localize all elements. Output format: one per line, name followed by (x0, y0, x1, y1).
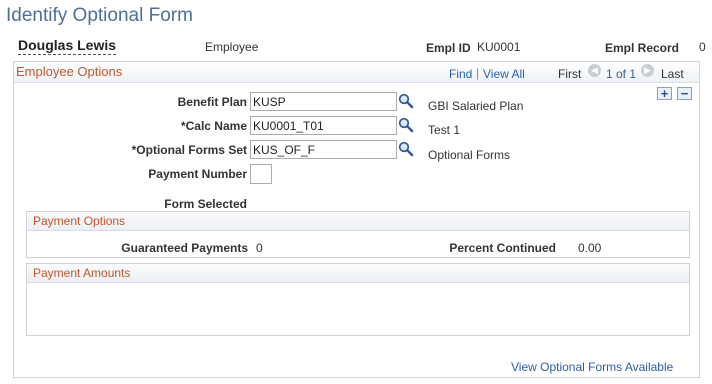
magnifier-icon[interactable] (398, 117, 414, 133)
calc-name-description: Test 1 (428, 123, 461, 137)
empl-id-value: KU0001 (477, 40, 521, 54)
guaranteed-payments-label: Guaranteed Payments (121, 241, 248, 255)
payment-amounts-header: Payment Amounts (27, 264, 689, 283)
form-selected-label: Form Selected (164, 197, 247, 211)
employee-role: Employee (205, 40, 259, 54)
employee-options-title: Employee Options (16, 64, 123, 79)
optional-forms-set-label: *Optional Forms Set (131, 143, 247, 157)
payment-number-label: Payment Number (148, 167, 247, 181)
page-title: Identify Optional Form (6, 5, 193, 26)
magnifier-icon[interactable] (398, 141, 414, 157)
view-all-link[interactable]: View All (483, 67, 525, 81)
empl-id-label: Empl ID (426, 41, 471, 55)
percent-continued-label: Percent Continued (449, 241, 556, 255)
percent-continued-value: 0.00 (578, 241, 602, 255)
benefit-plan-label: Benefit Plan (177, 95, 247, 109)
last-label[interactable]: Last (661, 67, 684, 81)
employee-name: Douglas Lewis (18, 37, 117, 55)
page-info: 1 of 1 (606, 67, 637, 81)
left-arrow-icon[interactable]: ◀ (588, 64, 601, 77)
nav-separator: | (476, 66, 480, 80)
optional-forms-set-input[interactable] (250, 140, 397, 159)
empl-record-value: 0 (699, 40, 706, 54)
add-row-button[interactable]: + (657, 87, 672, 100)
benefit-plan-description: GBI Salaried Plan (428, 99, 524, 113)
benefit-plan-input[interactable] (250, 92, 397, 111)
calc-name-input[interactable] (250, 116, 397, 135)
calc-name-label: *Calc Name (180, 119, 247, 133)
view-optional-forms-link[interactable]: View Optional Forms Available (511, 360, 673, 374)
magnifier-icon[interactable] (398, 93, 414, 109)
find-link[interactable]: Find (449, 67, 472, 81)
payment-amounts-title: Payment Amounts (33, 266, 131, 280)
payment-options-header: Payment Options (27, 212, 689, 231)
delete-row-button[interactable]: − (677, 87, 692, 100)
payment-options-title: Payment Options (33, 214, 126, 228)
right-arrow-icon[interactable]: ▶ (641, 64, 654, 77)
guaranteed-payments-value: 0 (256, 241, 263, 255)
first-label[interactable]: First (558, 67, 581, 81)
payment-amounts-group: Payment Amounts (26, 263, 690, 336)
empl-record-label: Empl Record (605, 41, 680, 55)
payment-number-input[interactable] (250, 164, 272, 184)
optional-forms-set-description: Optional Forms (428, 148, 511, 162)
